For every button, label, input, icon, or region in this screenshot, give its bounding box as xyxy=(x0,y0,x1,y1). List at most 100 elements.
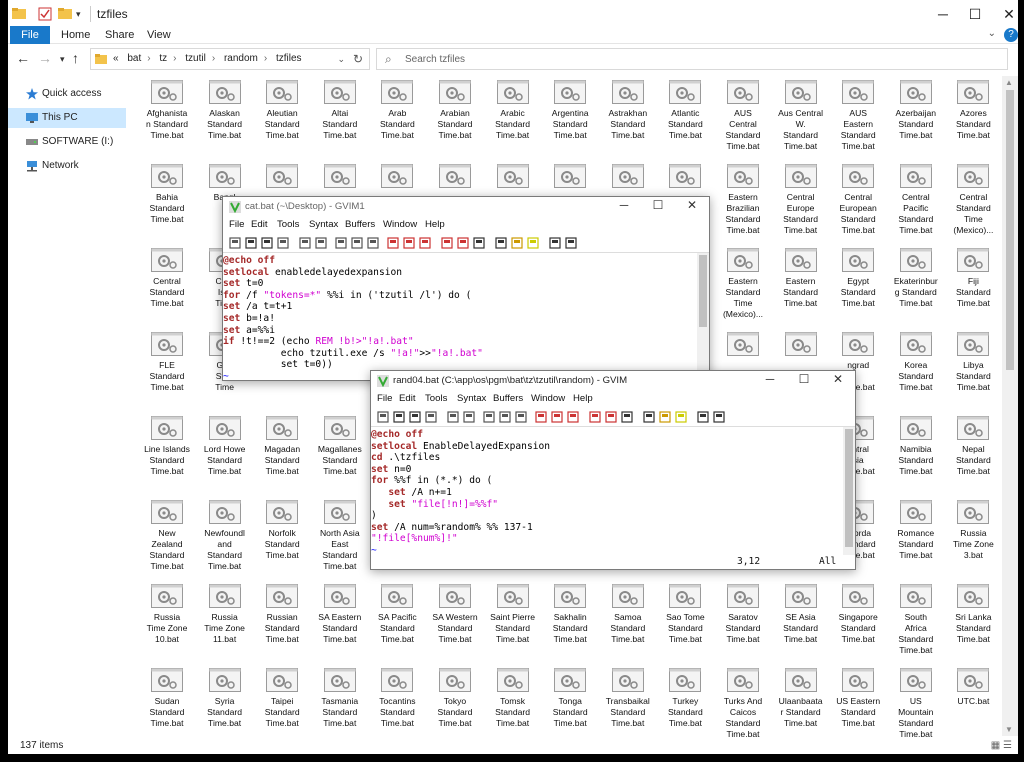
breadcrumb-random[interactable]: random xyxy=(224,53,258,64)
file-item[interactable]: Syria Standard Time.bat xyxy=(196,668,254,729)
file-item[interactable]: Turks And Caicos Standard Time.bat xyxy=(714,668,772,740)
menu-window[interactable]: Window xyxy=(383,219,417,230)
gvim-scrollbar[interactable] xyxy=(843,427,855,555)
file-item[interactable]: Tokyo Standard Time.bat xyxy=(426,668,484,729)
file-item[interactable]: Singapore Standard Time.bat xyxy=(829,584,887,645)
find-next-icon[interactable] xyxy=(403,237,415,249)
cut-icon[interactable] xyxy=(483,411,495,423)
new-folder-icon[interactable] xyxy=(58,5,72,23)
menu-help[interactable]: Help xyxy=(573,393,593,404)
file-item[interactable]: Ekaterinbur g Standard Time.bat xyxy=(887,248,945,309)
copy-icon[interactable] xyxy=(351,237,363,249)
file-item[interactable]: Eastern Standard Time.bat xyxy=(772,248,830,309)
file-item[interactable]: Ulaanbaata r Standard Time.bat xyxy=(772,668,830,729)
file-item[interactable]: Azores Standard Time.bat xyxy=(944,80,1002,141)
file-item[interactable]: Russia Time Zone 10.bat xyxy=(138,584,196,645)
gvim-window-cat[interactable]: cat.bat (~\Desktop) - GVIM1 ─ ☐ ✕ File E… xyxy=(222,196,710,381)
gvim-close-button[interactable]: ✕ xyxy=(677,198,707,212)
breadcrumb-overflow[interactable]: « xyxy=(113,53,119,64)
file-item[interactable]: Alaskan Standard Time.bat xyxy=(196,80,254,141)
gvim-minimize-button[interactable]: ─ xyxy=(755,372,785,386)
file-item[interactable]: Romance Standard Time.bat xyxy=(887,500,945,561)
file-item[interactable] xyxy=(772,332,830,360)
redo-icon[interactable] xyxy=(463,411,475,423)
file-item[interactable]: Egypt Standard Time.bat xyxy=(829,248,887,309)
menu-edit[interactable]: Edit xyxy=(251,219,268,230)
file-item[interactable]: Saratov Standard Time.bat xyxy=(714,584,772,645)
gvim-maximize-button[interactable]: ☐ xyxy=(643,198,673,212)
gvim-window-rand04[interactable]: rand04.bat (C:\app\os\pgm\bat\tz\tzutil\… xyxy=(370,370,856,570)
run-script-icon[interactable] xyxy=(473,237,485,249)
breadcrumb-tzfiles[interactable]: tzfiles xyxy=(276,53,302,64)
file-item[interactable]: Russia Time Zone 11.bat xyxy=(196,584,254,645)
menu-edit[interactable]: Edit xyxy=(399,393,416,404)
file-item[interactable]: Central European Standard Time.bat xyxy=(829,164,887,236)
file-item[interactable]: Magallanes Standard Time.bat xyxy=(311,416,369,477)
file-item[interactable]: Azerbaijan Standard Time.bat xyxy=(887,80,945,141)
breadcrumb-tzutil[interactable]: tzutil xyxy=(185,53,206,64)
tab-view[interactable]: View xyxy=(147,26,171,44)
copy-icon[interactable] xyxy=(499,411,511,423)
load-session-icon[interactable] xyxy=(589,411,601,423)
file-item[interactable]: Aus Central W. Standard Time.bat xyxy=(772,80,830,152)
file-item[interactable]: Norfolk Standard Time.bat xyxy=(253,500,311,561)
file-item[interactable]: Namibia Standard Time.bat xyxy=(887,416,945,477)
make-icon[interactable] xyxy=(495,237,507,249)
search-input[interactable]: Search tzfiles xyxy=(405,54,465,65)
nav-item-network[interactable]: Network xyxy=(8,156,126,176)
gvim-scrollbar-thumb[interactable] xyxy=(699,255,707,327)
find-prev-icon[interactable] xyxy=(567,411,579,423)
help-icon[interactable]: ? xyxy=(1004,28,1018,42)
scrollbar-thumb[interactable] xyxy=(1006,90,1014,370)
file-item[interactable] xyxy=(484,164,542,192)
file-item[interactable]: South Africa Standard Time.bat xyxy=(887,584,945,656)
run-ctags-icon[interactable] xyxy=(659,411,671,423)
file-item[interactable]: SA Eastern Standard Time.bat xyxy=(311,584,369,645)
run-script-icon[interactable] xyxy=(621,411,633,423)
customize-quick-access-icon[interactable]: ▾ xyxy=(76,5,86,23)
file-item[interactable]: Sao Tome Standard Time.bat xyxy=(656,584,714,645)
view-toggle-icons[interactable]: ▦ ☰ xyxy=(991,740,1012,751)
file-item[interactable]: Tonga Standard Time.bat xyxy=(541,668,599,729)
open-icon[interactable] xyxy=(229,237,241,249)
properties-icon[interactable] xyxy=(38,5,52,23)
find-help-icon[interactable] xyxy=(565,237,577,249)
file-item[interactable]: Central Pacific Standard Time.bat xyxy=(887,164,945,236)
file-item[interactable]: Tocantins Standard Time.bat xyxy=(368,668,426,729)
up-button[interactable]: ↑ xyxy=(72,50,79,66)
gvim-editor-text[interactable]: @echo off setlocal EnableDelayedExpansion… xyxy=(371,429,843,557)
gvim-maximize-button[interactable]: ☐ xyxy=(789,372,819,386)
find-prev-icon[interactable] xyxy=(419,237,431,249)
file-item[interactable]: Argentina Standard Time.bat xyxy=(541,80,599,141)
find-replace-icon[interactable] xyxy=(535,411,547,423)
undo-icon[interactable] xyxy=(447,411,459,423)
file-item[interactable] xyxy=(714,332,772,360)
open-icon[interactable] xyxy=(377,411,389,423)
file-item[interactable]: SA Western Standard Time.bat xyxy=(426,584,484,645)
tab-file[interactable]: File xyxy=(10,26,50,44)
file-item[interactable]: Magadan Standard Time.bat xyxy=(253,416,311,477)
menu-syntax[interactable]: Syntax xyxy=(457,393,486,404)
file-item[interactable]: Aleutian Standard Time.bat xyxy=(253,80,311,141)
save-all-icon[interactable] xyxy=(409,411,421,423)
file-item[interactable] xyxy=(368,164,426,192)
gvim-scrollbar-thumb[interactable] xyxy=(845,429,853,547)
menu-tools[interactable]: Tools xyxy=(277,219,299,230)
file-item[interactable]: Libya Standard Time.bat xyxy=(944,332,1002,393)
expand-ribbon-icon[interactable]: ⌄ xyxy=(988,28,996,39)
menu-file[interactable]: File xyxy=(377,393,392,404)
nav-item-this-pc[interactable]: This PC xyxy=(8,108,126,128)
file-item[interactable]: Eastern Brazilian Standard Time.bat xyxy=(714,164,772,236)
file-item[interactable]: SA Pacific Standard Time.bat xyxy=(368,584,426,645)
file-item[interactable]: Arab Standard Time.bat xyxy=(368,80,426,141)
file-item[interactable]: Sakhalin Standard Time.bat xyxy=(541,584,599,645)
address-dropdown-icon[interactable]: ⌄ xyxy=(337,54,345,65)
gvim-minimize-button[interactable]: ─ xyxy=(609,198,639,212)
gvim-scrollbar[interactable] xyxy=(697,253,709,380)
file-item[interactable]: Astrakhan Standard Time.bat xyxy=(599,80,657,141)
save-all-icon[interactable] xyxy=(261,237,273,249)
recent-locations-button[interactable]: ▾ xyxy=(60,54,65,65)
vertical-scrollbar[interactable]: ▲ ▼ xyxy=(1002,76,1018,736)
load-session-icon[interactable] xyxy=(441,237,453,249)
file-item[interactable] xyxy=(541,164,599,192)
